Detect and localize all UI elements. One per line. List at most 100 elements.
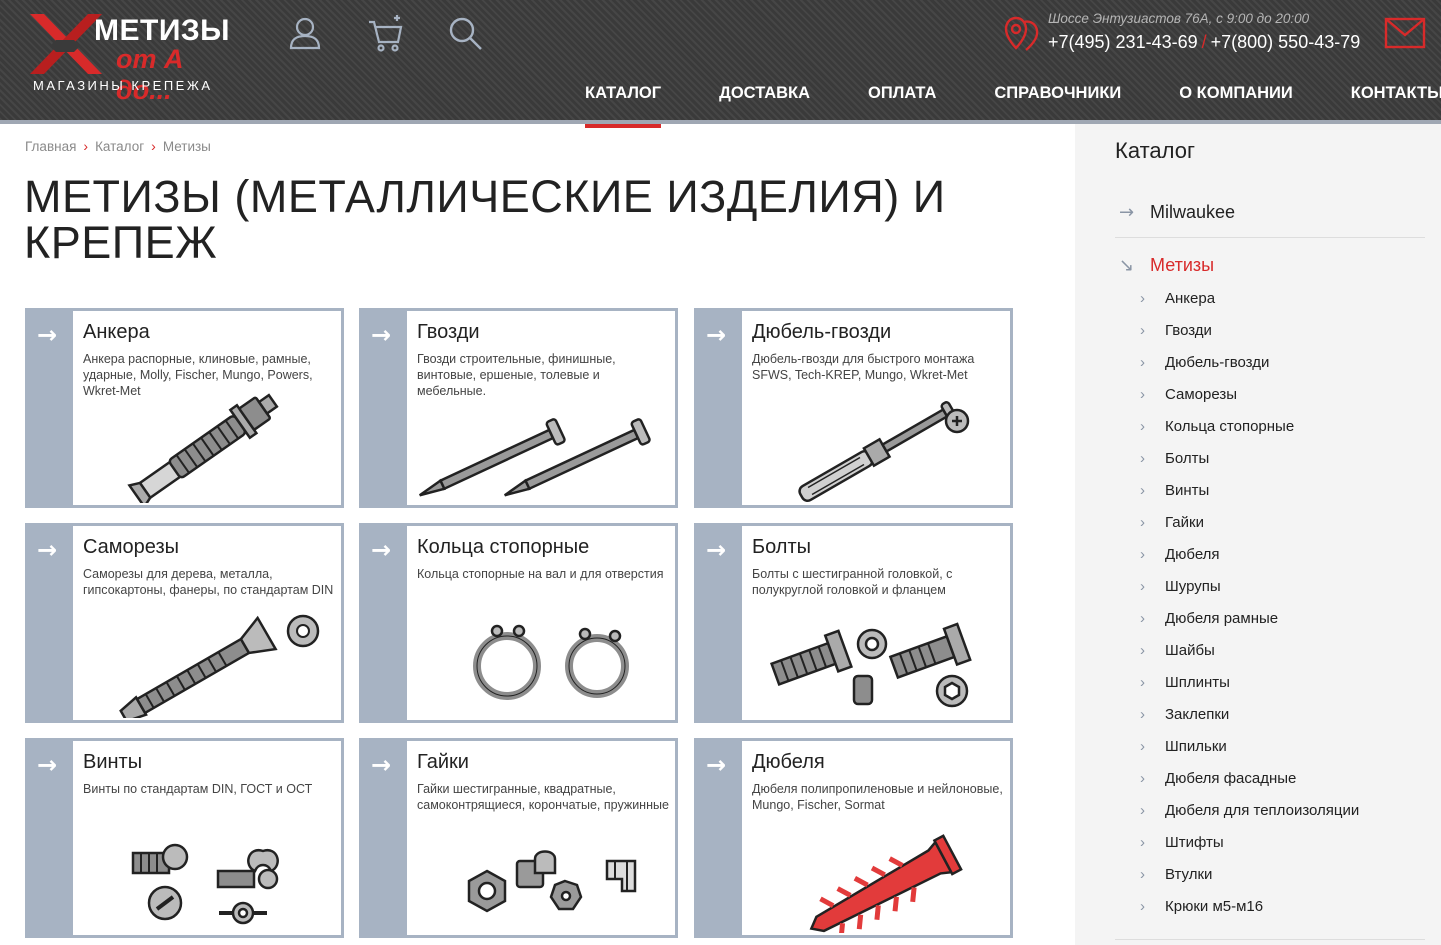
sidebar-subitem-label: Дюбеля рамные xyxy=(1165,610,1279,627)
sidebar-subitem-label: Болты xyxy=(1165,450,1210,467)
nav-about[interactable]: О КОМПАНИИ xyxy=(1150,78,1321,124)
site-header: МЕТИЗЫ от А до... МАГАЗИНЫ КРЕПЕЖА Шоссе… xyxy=(0,0,1441,128)
card-strip: → xyxy=(28,741,73,935)
chevron-right-icon: › xyxy=(151,138,156,154)
chevron-right-icon: › xyxy=(1140,898,1145,915)
arrow-right-icon: → xyxy=(37,536,58,564)
main-nav: КАТАЛОГ ДОСТАВКА ОПЛАТА СПРАВОЧНИКИ О КО… xyxy=(556,78,1441,128)
sidebar-item-milwaukee[interactable]: → Milwaukee xyxy=(1115,202,1425,238)
chevron-right-icon: › xyxy=(1140,482,1145,499)
sidebar-subitem[interactable]: › Заклепки xyxy=(1140,706,1430,738)
card-description: Дюбеля полипропиленовые и нейлоновые, Mu… xyxy=(752,782,1003,812)
chevron-right-icon: › xyxy=(1140,546,1145,563)
sidebar-subitem[interactable]: › Болты xyxy=(1140,450,1430,482)
arrow-right-icon: → xyxy=(706,751,727,779)
sidebar-subitem-label: Саморезы xyxy=(1165,386,1238,403)
arrow-right-icon: → xyxy=(1119,202,1135,223)
category-card-bolts[interactable]: → Болты Болты с шестигранной головкой, с… xyxy=(694,523,1013,723)
logo[interactable]: МЕТИЗЫ от А до... МАГАЗИНЫ КРЕПЕЖА xyxy=(26,12,236,105)
card-description: Дюбель-гвозди для быстрого монтажа SFWS,… xyxy=(752,352,975,382)
chevron-right-icon: › xyxy=(1140,834,1145,851)
logo-title: МЕТИЗЫ xyxy=(94,14,231,47)
phone-secondary[interactable]: +7(800) 550-43-79 xyxy=(1211,32,1361,52)
bolts-icon xyxy=(752,606,1007,718)
category-card-retaining-rings[interactable]: → Кольца стопорные Кольца стопорные на в… xyxy=(359,523,678,723)
chevron-right-icon: › xyxy=(1140,802,1145,819)
card-description: Кольца стопорные на вал и для отверстия xyxy=(417,567,664,581)
sidebar-subitem[interactable]: › Дюбеля для теплоизоляции xyxy=(1140,802,1430,834)
chevron-right-icon: › xyxy=(1140,418,1145,435)
sidebar-subitem-label: Шпильки xyxy=(1165,738,1227,755)
logo-tagline: МАГАЗИНЫ КРЕПЕЖА xyxy=(33,78,213,93)
sidebar-subitem[interactable]: › Шпильки xyxy=(1140,738,1430,770)
phone-separator: / xyxy=(1201,32,1207,52)
arrow-right-icon: → xyxy=(37,321,58,349)
retaining-rings-icon xyxy=(417,606,672,718)
phone-primary[interactable]: +7(495) 231-43-69 xyxy=(1048,32,1198,52)
card-title: Анкера xyxy=(83,321,150,343)
sidebar-item-metizy[interactable]: ↘ Метизы xyxy=(1115,255,1425,281)
chevron-right-icon: › xyxy=(1140,770,1145,787)
cart-icon[interactable] xyxy=(366,14,406,54)
sidebar-subitem[interactable]: › Гвозди xyxy=(1140,322,1430,354)
sidebar-subitem[interactable]: › Дюбеля xyxy=(1140,546,1430,578)
sidebar-subitem-label: Кольца стопорные xyxy=(1165,418,1295,435)
nav-contacts[interactable]: КОНТАКТЫ xyxy=(1322,78,1441,124)
nav-catalog[interactable]: КАТАЛОГ xyxy=(556,78,690,128)
card-strip: → xyxy=(362,526,407,720)
category-card-dowels[interactable]: → Дюбеля Дюбеля полипропиленовые и нейло… xyxy=(694,738,1013,938)
chevron-right-icon: › xyxy=(1140,866,1145,883)
sidebar-subitem[interactable]: › Шайбы xyxy=(1140,642,1430,674)
sidebar-subitem[interactable]: › Дюбеля рамные xyxy=(1140,610,1430,642)
sidebar-subitem[interactable]: › Штифты xyxy=(1140,834,1430,866)
sidebar-subitem-label: Гвозди xyxy=(1165,322,1212,339)
category-card-screws[interactable]: → Саморезы Саморезы для дерева, металла,… xyxy=(25,523,344,723)
category-card-machine-screws[interactable]: → Винты Винты по стандартам DIN, ГОСТ и … xyxy=(25,738,344,938)
sidebar-subitem[interactable]: › Кольца стопорные xyxy=(1140,418,1430,450)
card-title: Дюбеля xyxy=(752,751,825,773)
nav-delivery[interactable]: ДОСТАВКА xyxy=(690,78,839,124)
card-strip: → xyxy=(362,741,407,935)
sidebar-subitem-label: Заклепки xyxy=(1165,706,1230,723)
sidebar-subitem-label: Винты xyxy=(1165,482,1210,499)
mail-icon[interactable] xyxy=(1384,16,1426,50)
sidebar-subitem[interactable]: › Втулки xyxy=(1140,866,1430,898)
card-title: Дюбель-гвозди xyxy=(752,321,892,343)
category-card-dowel-nails[interactable]: → Дюбель-гвозди Дюбель-гвозди для быстро… xyxy=(694,308,1013,508)
sidebar-subitem[interactable]: › Гайки xyxy=(1140,514,1430,546)
card-description: Болты с шестигранной головкой, с полукру… xyxy=(752,567,953,597)
chevron-right-icon: › xyxy=(1140,706,1145,723)
category-card-nuts[interactable]: → Гайки Гайки шестигранные, квадратные, … xyxy=(359,738,678,938)
chevron-right-icon: › xyxy=(1140,578,1145,595)
sidebar-subitem[interactable]: › Саморезы xyxy=(1140,386,1430,418)
card-strip: → xyxy=(697,741,742,935)
card-strip: → xyxy=(28,311,73,505)
breadcrumb-home[interactable]: Главная xyxy=(25,139,76,154)
category-card-nails[interactable]: → Гвозди Гвозди строительные, финишные, … xyxy=(359,308,678,508)
sidebar-subitem[interactable]: › Крюки м5-м16 xyxy=(1140,898,1430,930)
self-tapping-screw-icon xyxy=(83,606,338,723)
divider xyxy=(1115,939,1425,940)
card-title: Гвозди xyxy=(417,321,480,343)
machine-screws-icon xyxy=(83,821,338,933)
category-card-anchors[interactable]: → Анкера Анкера распорные, клиновые, рам… xyxy=(25,308,344,509)
sidebar-subitem[interactable]: › Шплинты xyxy=(1140,674,1430,706)
nails-icon xyxy=(417,391,672,503)
search-icon[interactable] xyxy=(446,14,486,54)
breadcrumb-catalog[interactable]: Каталог xyxy=(95,139,144,154)
nav-payment[interactable]: ОПЛАТА xyxy=(839,78,965,124)
card-strip: → xyxy=(362,311,407,505)
arrow-right-icon: → xyxy=(706,536,727,564)
location-icon xyxy=(1004,16,1039,51)
user-icon[interactable] xyxy=(286,14,326,54)
sidebar-subitem[interactable]: › Шурупы xyxy=(1140,578,1430,610)
chevron-right-icon: › xyxy=(1140,514,1145,531)
arrow-right-icon: → xyxy=(371,751,392,779)
sidebar-subitem[interactable]: › Винты xyxy=(1140,482,1430,514)
sidebar-subitem[interactable]: › Анкера xyxy=(1140,290,1430,322)
sidebar-subitem[interactable]: › Дюбеля фасадные xyxy=(1140,770,1430,802)
arrow-down-right-icon: ↘ xyxy=(1119,255,1135,276)
nav-references[interactable]: СПРАВОЧНИКИ xyxy=(965,78,1150,124)
sidebar-subitem[interactable]: › Дюбель-гвозди xyxy=(1140,354,1430,386)
card-strip: → xyxy=(697,526,742,720)
